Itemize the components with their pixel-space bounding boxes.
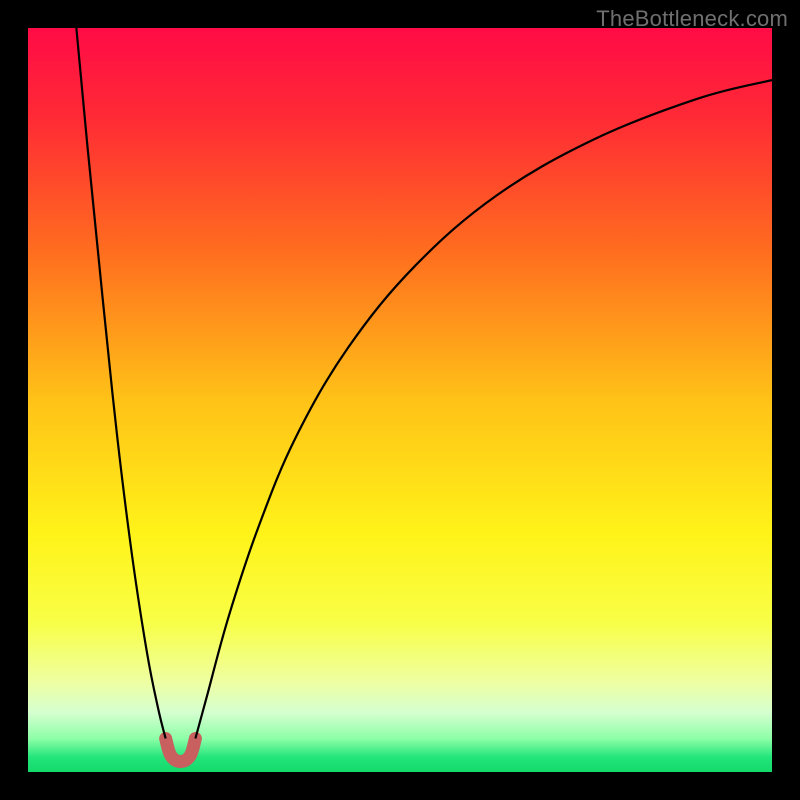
- plot-area: [28, 28, 772, 772]
- series-right-branch: [195, 80, 772, 738]
- series-left-branch: [76, 28, 165, 739]
- chart-curves: [28, 28, 772, 772]
- watermark-label: TheBottleneck.com: [596, 6, 788, 32]
- chart-frame: TheBottleneck.com: [0, 0, 800, 800]
- series-valley-highlight: [166, 739, 196, 762]
